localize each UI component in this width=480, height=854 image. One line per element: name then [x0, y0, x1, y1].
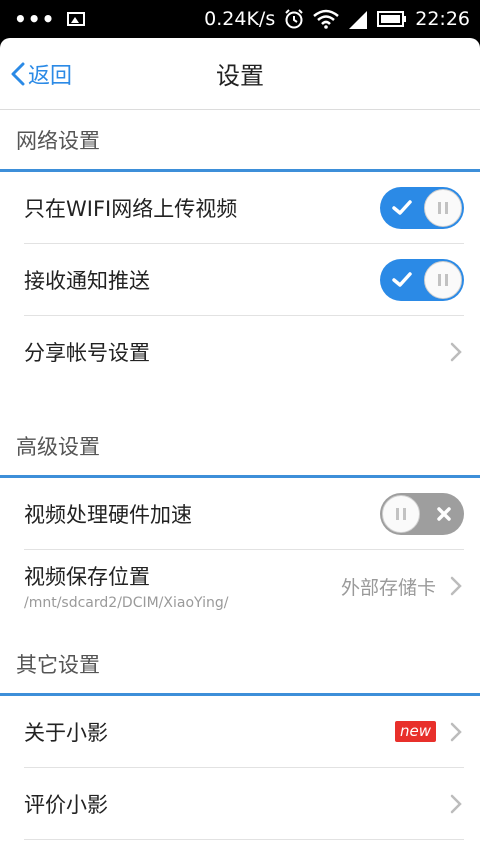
wifi-icon [313, 9, 340, 29]
push-notification-toggle[interactable] [380, 258, 464, 301]
chevron-right-icon [448, 794, 464, 814]
new-badge: new [394, 721, 436, 742]
hardware-acceleration-row: 视频处理硬件加速 [24, 478, 464, 550]
back-label: 返回 [28, 64, 73, 89]
section-header-network: 网络设置 [0, 110, 480, 172]
wifi-upload-label: 只在WIFI网络上传视频 [24, 196, 238, 221]
chevron-right-icon [448, 722, 464, 742]
status-bar: ••• 0.24K/s 22:26 [0, 0, 480, 38]
alarm-icon [283, 8, 305, 30]
signal-icon [347, 9, 369, 29]
rate-app-row[interactable]: 评价小影 [24, 768, 464, 840]
back-button[interactable]: 返回 [10, 54, 72, 94]
about-row[interactable]: 关于小影 new [24, 696, 464, 768]
chevron-left-icon [11, 62, 25, 86]
toggle-knob [424, 260, 462, 299]
navigation-bar: 设置 返回 [0, 38, 480, 110]
wifi-upload-toggle[interactable] [380, 186, 464, 229]
chevron-right-icon [448, 576, 464, 596]
save-location-row[interactable]: 视频保存位置 /mnt/sdcard2/DCIM/XiaoYing/ 外部存储卡 [24, 550, 464, 622]
section-header-advanced: 高级设置 [0, 416, 480, 478]
push-notification-row: 接收通知推送 [24, 244, 464, 316]
network-speed: 0.24K/s [204, 8, 276, 30]
image-notification-icon [67, 12, 86, 26]
save-location-label: 视频保存位置 [24, 565, 150, 589]
save-location-path: /mnt/sdcard2/DCIM/XiaoYing/ [24, 595, 229, 611]
toggle-knob [424, 188, 462, 227]
about-label: 关于小影 [24, 720, 108, 745]
hardware-acceleration-toggle[interactable] [380, 492, 464, 535]
share-account-label: 分享帐号设置 [24, 341, 150, 365]
x-icon [436, 493, 452, 535]
check-icon [392, 187, 412, 229]
share-account-row[interactable]: 分享帐号设置 [24, 316, 464, 388]
settings-screen: 设置 返回 网络设置 只在WIFI网络上传视频 接收通知推送 分享帐号设置 高级… [0, 38, 480, 854]
wifi-upload-row: 只在WIFI网络上传视频 [24, 172, 464, 244]
push-notification-label: 接收通知推送 [24, 268, 150, 293]
rate-app-label: 评价小影 [24, 792, 108, 817]
chevron-right-icon [448, 342, 464, 362]
section-header-other: 其它设置 [0, 634, 480, 696]
battery-icon [377, 10, 407, 28]
save-location-value: 外部存储卡 [340, 576, 436, 599]
check-icon [392, 259, 412, 301]
clock: 22:26 [415, 8, 470, 30]
hardware-acceleration-label: 视频处理硬件加速 [24, 502, 192, 527]
notification-dots: ••• [14, 7, 56, 31]
toggle-knob [382, 494, 420, 533]
